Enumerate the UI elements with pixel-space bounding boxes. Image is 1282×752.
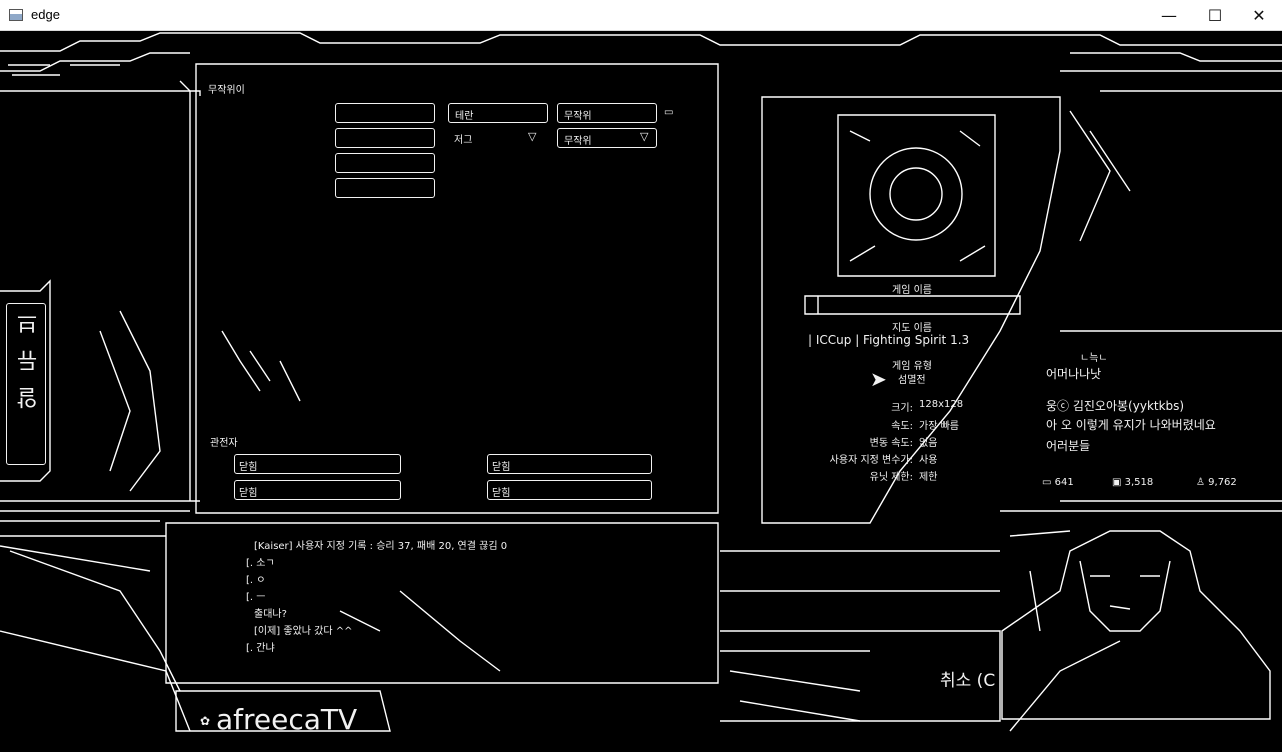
map-name-value: | ICCup | Fighting Spirit 1.3	[808, 333, 970, 347]
race-select[interactable]: 테란	[448, 103, 548, 123]
info-value: 128x128	[919, 399, 964, 410]
chat-line: [이제] 좋았나 갔다 ^^	[254, 626, 353, 637]
chat-line: [Kaiser] 사용자 지정 기록 : 승리 37, 패배 20, 연결 끊김…	[254, 541, 508, 552]
team-select[interactable]: 무작위 ▽	[557, 128, 657, 148]
stream-chat-message: 웅ⓒ 김진오아봉(yyktkbs)	[1046, 399, 1185, 413]
window-title: edge	[31, 7, 60, 22]
race-label: 테란	[455, 111, 474, 122]
player-slot[interactable]	[335, 103, 435, 123]
game-type-label: 게임 유형	[892, 361, 932, 372]
info-label: 변동 속도:	[869, 438, 913, 449]
observer-label: 관전자	[210, 438, 238, 449]
info-label: 속도:	[891, 421, 913, 432]
window-titlebar: edge — ☐ ✕	[0, 0, 1282, 31]
observer-slot[interactable]: 닫힘	[234, 454, 401, 474]
game-name-label: 게임 이름	[892, 285, 932, 296]
stream-chat-message: 어머나나낫	[1046, 367, 1102, 381]
race-label: 저그	[454, 135, 473, 146]
stream-chat-header: ㄴ늑ㄴ	[1080, 353, 1108, 364]
player-slot[interactable]	[335, 178, 435, 198]
info-label: 사용자 지정 변수가:	[829, 455, 913, 466]
minimize-button[interactable]: —	[1146, 0, 1192, 31]
player-slot[interactable]	[335, 128, 435, 148]
info-value: 없음	[919, 438, 938, 449]
game-type-value: 섬멸전	[898, 375, 926, 386]
close-button[interactable]: ✕	[1236, 0, 1282, 31]
stat-value: 3,518	[1124, 477, 1154, 488]
chat-line: 출대나?	[254, 609, 287, 620]
afreeca-logo-icon: ✿	[200, 714, 211, 728]
info-value: 사용	[919, 455, 938, 466]
side-tab-label: 알 듀 브	[17, 309, 42, 409]
app-icon	[9, 9, 23, 21]
cancel-button[interactable]: 취소 (C	[940, 666, 995, 691]
chat-line: [. 간냐	[246, 643, 275, 654]
observer-slot[interactable]: 닫힘	[487, 480, 652, 500]
stream-stat-chat: ▭ 641	[1042, 477, 1074, 488]
screen-icon: ▣	[1112, 477, 1125, 488]
observer-slot-label: 닫힘	[239, 488, 258, 499]
observer-slot-label: 닫힘	[239, 462, 258, 473]
chat-line: [. ㅇ	[246, 575, 266, 586]
info-value: 가장 빠름	[919, 421, 959, 432]
chat-icon: ▭	[1042, 477, 1055, 488]
observer-slot-label: 닫힘	[492, 488, 511, 499]
team-value: 무작위	[564, 111, 592, 122]
slot-indicator-icon: ▭	[664, 107, 674, 118]
maximize-button[interactable]: ☐	[1192, 0, 1238, 31]
edge-view: 알 듀 브 무작위이 테란 무작위 ▭ 저그 ▽ 무작위 ▽ 관전자 닫힘 닫힘…	[0, 31, 1282, 752]
viewer-icon: ♙	[1196, 477, 1209, 488]
chat-line: [. 소ㄱ	[246, 558, 275, 569]
stat-value: 9,762	[1208, 477, 1237, 488]
stream-chat-message: 아 오 이렇게 유지가 나와버렸네요	[1046, 418, 1216, 432]
observer-slot[interactable]: 닫힘	[234, 480, 401, 500]
stream-chat-message: 어러분들	[1046, 439, 1091, 453]
info-value: 제한	[919, 472, 938, 483]
observer-slot-label: 닫힘	[492, 462, 511, 473]
map-name-label: 지도 이름	[892, 323, 932, 334]
stream-stat-screen: ▣ 3,518	[1112, 477, 1153, 488]
player-slot[interactable]	[335, 153, 435, 173]
info-label: 크기:	[891, 403, 913, 414]
info-label: 유닛 제한:	[869, 472, 913, 483]
mouse-cursor-icon: ➤	[870, 367, 887, 391]
stat-value: 641	[1054, 477, 1074, 488]
team-select[interactable]: 무작위	[557, 103, 657, 123]
lobby-section-title: 무작위이	[208, 85, 245, 96]
observer-slot[interactable]: 닫힘	[487, 454, 652, 474]
team-value: 무작위	[564, 136, 592, 147]
chevron-down-icon[interactable]: ▽	[528, 130, 536, 143]
chat-line: [. ㅡ	[246, 592, 266, 603]
chevron-down-icon: ▽	[640, 130, 649, 143]
stream-stat-viewers: ♙ 9,762	[1196, 477, 1237, 488]
broadcaster-logo: afreecaTV	[216, 703, 358, 736]
